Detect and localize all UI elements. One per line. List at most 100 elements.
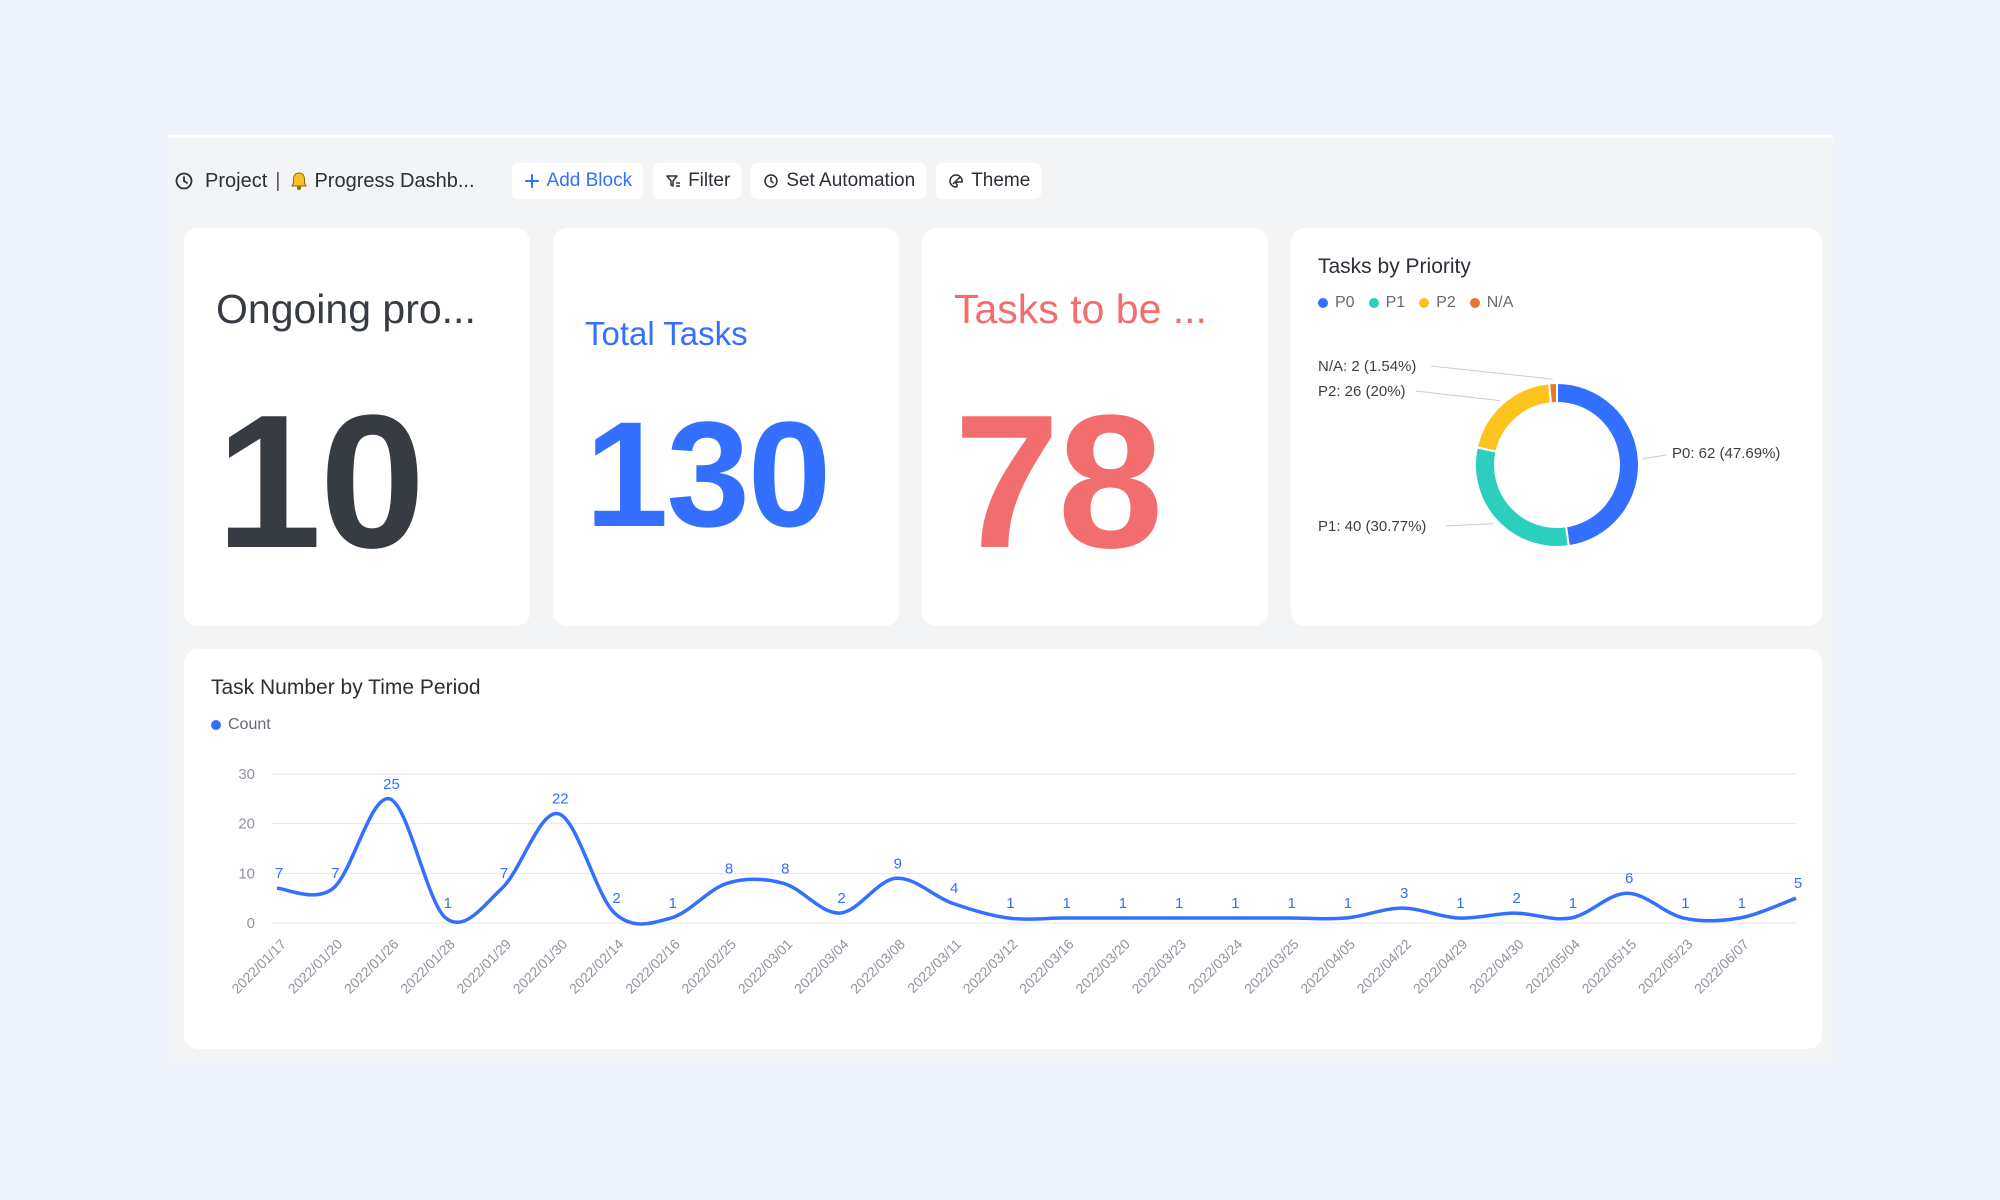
data-label: 5 — [1794, 875, 1802, 892]
dashboard-frame: Project | Progress Dashb... Add Block Fi… — [168, 135, 1833, 1063]
x-tick-label: 2022/04/22 — [1353, 936, 1414, 997]
kpi-value: 10 — [216, 376, 425, 588]
data-label: 2 — [612, 890, 620, 907]
donut-label-p0: P0: 62 (47.69%) — [1672, 445, 1781, 462]
data-label: 1 — [1231, 895, 1239, 912]
set-automation-button[interactable]: Set Automation — [751, 163, 927, 199]
palette-icon — [947, 172, 965, 190]
x-tick-label: 2022/01/20 — [285, 936, 346, 997]
theme-button[interactable]: Theme — [936, 163, 1042, 199]
y-tick-label: 30 — [238, 766, 255, 783]
kpi-card-total-tasks[interactable]: Total Tasks 130 — [553, 228, 899, 626]
data-label: 1 — [444, 895, 452, 912]
kpi-card-ongoing[interactable]: Ongoing pro... 10 — [184, 228, 530, 626]
data-label: 3 — [1400, 885, 1408, 902]
x-tick-label: 2022/04/30 — [1466, 936, 1527, 997]
donut-label-p2: P2: 26 (20%) — [1318, 383, 1406, 400]
donut-slice-p2[interactable] — [1475, 382, 1553, 453]
data-label: 1 — [669, 895, 677, 912]
data-label: 1 — [1062, 895, 1070, 912]
data-label: 9 — [894, 855, 902, 872]
data-label: 22 — [552, 791, 569, 808]
data-label: 2 — [837, 890, 845, 907]
y-tick-label: 0 — [247, 915, 255, 932]
kpi-title: Total Tasks — [585, 315, 748, 352]
leader-line — [1642, 454, 1667, 460]
line-chart: 01020307 72517222 18 82941 1 1 1 1 1 131 2 161 15202… — [228, 766, 1802, 997]
data-label: 1 — [1175, 895, 1183, 912]
priority-chart-card[interactable]: Tasks by Priority P0 P1 P2 N/A N/A: 2 (1… — [1291, 228, 1822, 626]
data-label: 1 — [1681, 895, 1689, 912]
y-tick-label: 10 — [238, 865, 255, 882]
breadcrumb-page[interactable]: Progress Dashb... — [314, 170, 474, 193]
kpi-card-tasks-to-be[interactable]: Tasks to be ... 78 — [922, 228, 1268, 626]
x-tick-label: 2022/01/26 — [341, 936, 402, 997]
data-label: 1 — [1287, 895, 1295, 912]
data-label: 2 — [1513, 890, 1521, 907]
x-tick-label: 2022/06/07 — [1691, 936, 1752, 997]
y-tick-label: 20 — [238, 816, 255, 833]
data-label: 1 — [1569, 895, 1577, 912]
x-tick-label: 2022/03/25 — [1241, 936, 1302, 997]
set-automation-label: Set Automation — [786, 170, 916, 191]
donut-label-p1: P1: 40 (30.77%) — [1318, 518, 1427, 535]
x-tick-label: 2022/03/23 — [1128, 936, 1189, 997]
add-block-label: Add Block — [546, 170, 633, 191]
x-tick-label: 2022/03/20 — [1072, 936, 1133, 997]
leader-line — [1415, 390, 1501, 402]
x-tick-label: 2022/01/30 — [510, 936, 571, 997]
data-label: 6 — [1625, 870, 1633, 887]
x-tick-label: 2022/02/16 — [622, 936, 683, 997]
filter-label: Filter — [688, 170, 731, 191]
bell-icon — [288, 170, 310, 192]
donut-slice-na[interactable] — [1547, 381, 1558, 405]
x-tick-label: 2022/03/08 — [847, 936, 908, 997]
x-tick-label: 2022/04/05 — [1297, 936, 1358, 997]
toolbar: Project | Progress Dashb... Add Block Fi… — [168, 162, 1368, 200]
donut-slice-p0[interactable] — [1556, 381, 1640, 548]
data-label: 25 — [383, 776, 400, 793]
x-tick-label: 2022/03/16 — [1016, 936, 1077, 997]
data-label: 1 — [1344, 895, 1352, 912]
data-label: 1 — [1738, 895, 1746, 912]
breadcrumb-project[interactable]: Project — [205, 170, 267, 193]
x-tick-label: 2022/02/25 — [678, 936, 739, 997]
leader-line — [1445, 523, 1495, 527]
kpi-title: Ongoing pro... — [216, 286, 476, 332]
automation-icon — [762, 172, 780, 190]
trend-chart-card[interactable]: Task Number by Time Period Count 0 10 20 30… — [184, 649, 1822, 1049]
donut-label-na: N/A: 2 (1.54%) — [1318, 358, 1417, 375]
x-tick-label: 2022/05/04 — [1522, 936, 1583, 997]
breadcrumb-separator: | — [275, 169, 281, 192]
x-tick-label: 2022/04/29 — [1410, 936, 1471, 997]
history-icon — [173, 170, 195, 192]
donut-slice-p1[interactable] — [1474, 446, 1570, 548]
leader-line — [1430, 365, 1553, 380]
filter-button[interactable]: Filter — [653, 163, 742, 199]
filter-icon — [664, 172, 682, 190]
data-label: 1 — [1456, 895, 1464, 912]
x-tick-label: 2022/01/17 — [228, 936, 289, 997]
data-label: 8 — [725, 860, 733, 877]
data-label: 4 — [950, 880, 958, 897]
x-tick-label: 2022/01/28 — [397, 936, 458, 997]
add-block-button[interactable]: Add Block — [511, 163, 644, 199]
data-label: 1 — [1119, 895, 1127, 912]
x-tick-label: 2022/03/04 — [791, 936, 852, 997]
x-tick-label: 2022/05/23 — [1635, 936, 1696, 997]
kpi-title: Tasks to be ... — [954, 286, 1207, 332]
data-label: 8 — [781, 860, 789, 877]
x-tick-label: 2022/03/24 — [1185, 936, 1246, 997]
kpi-value: 78 — [954, 376, 1163, 588]
breadcrumb[interactable]: Project | Progress Dashb... — [168, 170, 475, 193]
x-tick-label: 2022/03/01 — [735, 936, 796, 997]
data-label: 1 — [1006, 895, 1014, 912]
theme-label: Theme — [971, 170, 1031, 191]
kpi-value: 130 — [585, 390, 831, 558]
x-tick-label: 2022/03/11 — [904, 936, 964, 996]
x-tick-label: 2022/01/29 — [453, 936, 514, 997]
x-tick-label: 2022/05/15 — [1578, 936, 1639, 997]
data-label: 7 — [331, 865, 339, 882]
x-tick-label: 2022/02/14 — [566, 936, 627, 997]
plus-icon — [523, 172, 541, 190]
